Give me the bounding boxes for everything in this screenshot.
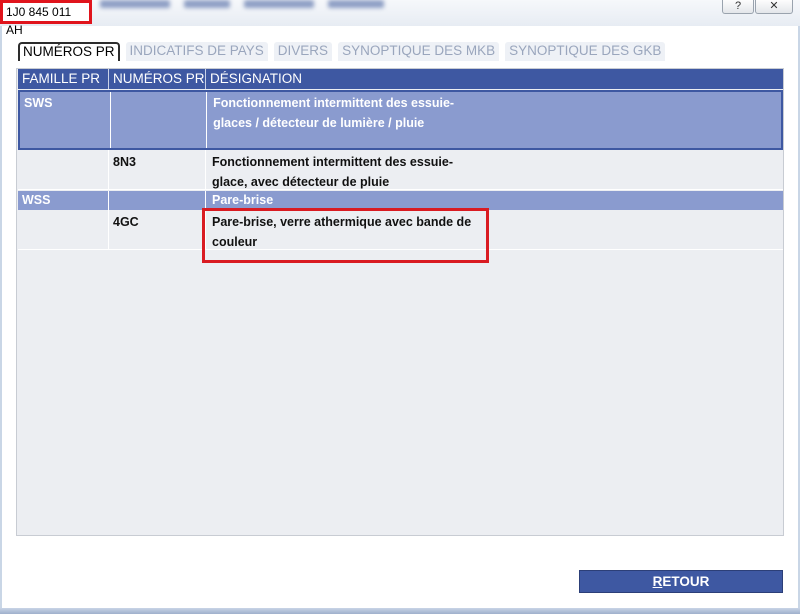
title-bar: ? ✕ xyxy=(0,0,800,26)
cell-designation: Fonctionnement intermittent des essuie-g… xyxy=(213,96,455,130)
retour-accelerator: R xyxy=(652,574,663,589)
column-header-famille[interactable]: FAMILLE PR xyxy=(18,69,109,89)
column-header-numeros[interactable]: NUMÉROS PR xyxy=(109,69,206,89)
cell-designation: Fonctionnement intermittent des essuie-g… xyxy=(212,155,454,189)
table-row[interactable]: SWS Fonctionnement intermittent des essu… xyxy=(18,90,783,150)
cell-famille: WSS xyxy=(18,191,109,210)
window-bottom-edge xyxy=(0,608,800,614)
help-button[interactable]: ? xyxy=(722,0,754,14)
retour-button[interactable]: RETOUR xyxy=(579,570,783,593)
highlight-box xyxy=(202,208,489,263)
tab-divers[interactable]: DIVERS xyxy=(273,42,333,61)
cell-numero xyxy=(109,191,206,210)
cell-famille xyxy=(18,210,109,249)
cell-numero: 8N3 xyxy=(109,150,206,189)
tab-synoptique-mkb[interactable]: SYNOPTIQUE DES MKB xyxy=(338,42,500,61)
part-number-badge: 1J0 845 011 AH xyxy=(0,0,92,37)
table-row[interactable]: 8N3 Fonctionnement intermittent des essu… xyxy=(18,150,783,190)
blurred-menu xyxy=(100,0,384,12)
tab-indicatifs-de-pays[interactable]: INDICATIFS DE PAYS xyxy=(125,42,268,61)
table-header: FAMILLE PR NUMÉROS PR DÉSIGNATION xyxy=(18,69,783,89)
tab-bar: NUMÉROS PR INDICATIFS DE PAYS DIVERS SYN… xyxy=(18,42,666,61)
cell-famille xyxy=(18,150,109,189)
cell-numero xyxy=(111,92,208,148)
retour-label: ETOUR xyxy=(662,574,710,589)
tab-numeros-pr[interactable]: NUMÉROS PR xyxy=(18,42,120,61)
cell-famille: SWS xyxy=(20,92,111,148)
cell-designation: Pare-brise xyxy=(212,193,274,207)
tab-synoptique-gkb[interactable]: SYNOPTIQUE DES GKB xyxy=(505,42,666,61)
column-header-designation[interactable]: DÉSIGNATION xyxy=(206,69,783,89)
close-button[interactable]: ✕ xyxy=(755,0,793,14)
cell-numero: 4GC xyxy=(109,210,206,249)
